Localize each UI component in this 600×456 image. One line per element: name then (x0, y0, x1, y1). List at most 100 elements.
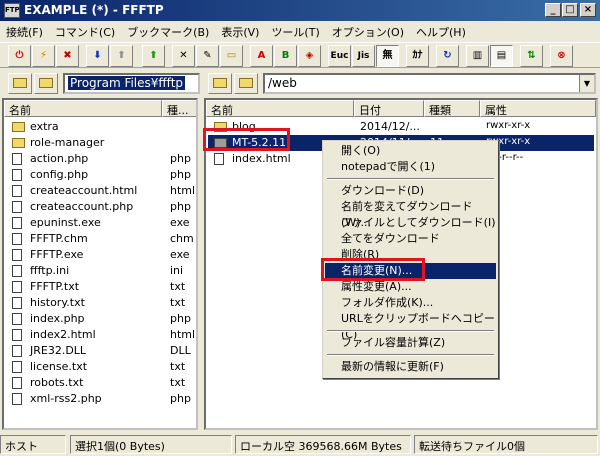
remote-col-type[interactable]: 種類 (424, 100, 480, 117)
menu-separator (327, 330, 494, 332)
title-bar: FTP EXAMPLE (*) - FFFTP _ □ × (0, 0, 600, 21)
remote-col-date[interactable]: 日付 (354, 100, 424, 117)
list-item[interactable]: xml-rss2.php php (6, 391, 196, 407)
menu-options[interactable]: オプション(O) (326, 22, 410, 42)
ascii-mode-button[interactable]: A (250, 45, 273, 67)
local-file-list[interactable]: 名前 種... extra role-manager action.php php co… (2, 98, 198, 430)
quick-connect-icon[interactable]: ⚡ (32, 45, 55, 67)
remote-path-combo[interactable]: /web ▼ (263, 73, 596, 94)
context-menu-item[interactable]: 全てをダウンロード (325, 231, 496, 247)
remote-up-folder-button[interactable] (208, 73, 232, 94)
list-item[interactable]: license.txt txt (6, 359, 196, 375)
close-button[interactable]: × (580, 3, 596, 17)
euc-button[interactable]: Euc (328, 45, 351, 67)
list-item[interactable]: role-manager (6, 135, 196, 151)
list-item[interactable]: ffftp.ini ini (6, 263, 196, 279)
binary-mode-button[interactable]: B (274, 45, 297, 67)
file-name: FFFTP.txt (30, 280, 80, 293)
list-item[interactable]: epuninst.exe exe (6, 215, 196, 231)
minimize-button[interactable]: _ (545, 3, 561, 17)
local-col-name[interactable]: 名前 (4, 100, 162, 117)
list-item[interactable]: createaccount.html html (6, 183, 196, 199)
app-icon[interactable]: FTP (4, 3, 20, 18)
list-item[interactable]: history.txt txt (6, 295, 196, 311)
maximize-button[interactable]: □ (562, 3, 578, 17)
file-name: FFFTP.exe (30, 248, 84, 261)
file-type: exe (170, 216, 190, 229)
no-conversion-button[interactable]: 無 (376, 45, 399, 67)
list-item[interactable]: FFFTP.exe exe (6, 247, 196, 263)
rename-icon[interactable]: ✎ (196, 45, 219, 67)
new-folder-icon[interactable]: ▭ (220, 45, 243, 67)
list-view-icon[interactable]: ▥ (466, 45, 489, 67)
local-up-folder-button[interactable] (8, 73, 32, 94)
menu-connect[interactable]: 接続(F) (0, 22, 49, 42)
window-title: EXAMPLE (*) - FFFTP (24, 3, 164, 17)
remote-col-name[interactable]: 名前 (206, 100, 354, 117)
file-type: ini (170, 264, 184, 277)
menu-help[interactable]: ヘルプ(H) (410, 22, 472, 42)
jis-button[interactable]: Jis (352, 45, 375, 67)
disconnect-icon[interactable]: ✖ (56, 45, 79, 67)
list-item[interactable]: JRE32.DLL DLL (6, 343, 196, 359)
file-icon (12, 313, 22, 325)
menu-bar: 接続(F) コマンド(C) ブックマーク(B) 表示(V) ツール(T) オプション(O)… (0, 22, 600, 41)
context-menu-item[interactable]: URLをクリップボードへコピー(C) (325, 311, 496, 341)
list-item[interactable]: config.php php (6, 167, 196, 183)
local-col-type[interactable]: 種... (162, 100, 196, 117)
context-menu-item[interactable]: notepadで開く(1) (325, 159, 496, 175)
context-menu-item[interactable]: 最新の情報に更新(F) (325, 359, 496, 375)
menu-command[interactable]: コマンド(C) (49, 22, 121, 42)
menu-separator (327, 178, 494, 180)
context-menu-item[interactable]: ダウンロード(D) (325, 183, 496, 199)
list-item[interactable]: FFFTP.txt txt (6, 279, 196, 295)
delete-icon[interactable]: ✕ (172, 45, 195, 67)
list-item[interactable]: FFFTP.chm chm (6, 231, 196, 247)
folder-icon (12, 122, 25, 132)
chevron-down-icon[interactable]: ▼ (579, 75, 594, 92)
local-path-combo[interactable]: Program Files¥ffftp (63, 73, 200, 94)
context-menu-item[interactable]: 開く(O) (325, 143, 496, 159)
context-menu-item[interactable]: 名前を変えてダウンロード(W)... (325, 199, 496, 229)
mirror-upload-icon[interactable]: ⬆ (142, 45, 165, 67)
highlight-box-rename (321, 258, 425, 281)
menu-bookmark[interactable]: ブックマーク(B) (121, 22, 215, 42)
auto-mode-icon[interactable]: ◈ (298, 45, 321, 67)
status-selection: 選択1個(0 Bytes) (70, 435, 232, 454)
detail-view-icon[interactable]: ▤ (490, 45, 513, 67)
file-icon (12, 217, 22, 229)
list-item[interactable]: robots.txt txt (6, 375, 196, 391)
file-icon (12, 169, 22, 181)
file-icon (12, 297, 22, 309)
connect-icon[interactable]: ⏻ (8, 45, 31, 67)
folder-up-icon (13, 78, 27, 88)
file-type: exe (170, 248, 190, 261)
file-name: license.txt (30, 360, 88, 373)
remote-col-attr[interactable]: 属性 (480, 100, 596, 117)
list-item[interactable]: index2.html html (6, 327, 196, 343)
list-item[interactable]: index.php php (6, 311, 196, 327)
remote-open-folder-button[interactable] (234, 73, 258, 94)
folder-open-icon (239, 78, 253, 88)
kana-button[interactable]: ｶﾅ (406, 45, 429, 67)
menu-tools[interactable]: ツール(T) (265, 22, 325, 42)
context-menu-item[interactable]: 属性変更(A)... (325, 279, 496, 295)
file-type: DLL (170, 344, 191, 357)
file-type: txt (170, 280, 186, 293)
list-item[interactable]: action.php php (6, 151, 196, 167)
download-icon[interactable]: ⬇ (86, 45, 109, 67)
stop-icon[interactable]: ⊗ (550, 45, 573, 67)
file-name: index.html (232, 152, 291, 165)
folder-icon (12, 138, 25, 148)
refresh-icon[interactable]: ↻ (436, 45, 459, 67)
local-open-folder-button[interactable] (34, 73, 58, 94)
context-menu-item[interactable]: ファイルとしてダウンロード(I) (325, 215, 496, 231)
context-menu-item[interactable]: フォルダ作成(K)... (325, 295, 496, 311)
sync-icon[interactable]: ⇅ (520, 45, 543, 67)
context-menu-item[interactable]: ファイル容量計算(Z) (325, 335, 496, 351)
upload-icon[interactable]: ⬆ (110, 45, 133, 67)
menu-view[interactable]: 表示(V) (215, 22, 265, 42)
file-type: php (170, 392, 191, 405)
list-item[interactable]: extra (6, 119, 196, 135)
list-item[interactable]: createaccount.php php (6, 199, 196, 215)
